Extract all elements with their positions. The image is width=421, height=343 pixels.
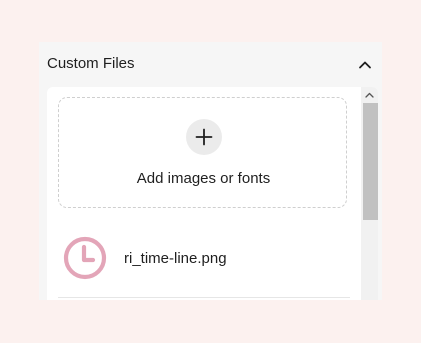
upload-dropzone[interactable]: Add images or fonts xyxy=(58,97,347,208)
vertical-scrollbar[interactable] xyxy=(361,87,378,300)
collapse-button[interactable] xyxy=(355,54,375,74)
panel-header[interactable]: Custom Files xyxy=(39,42,382,86)
dropzone-label: Add images or fonts xyxy=(136,170,271,187)
scroll-up-arrow-icon xyxy=(365,92,374,98)
scrollbar-thumb[interactable] xyxy=(363,103,378,220)
files-content: Add images or fonts ri_time-line.png xyxy=(47,87,378,300)
custom-files-panel: Custom Files Add images or fonts ri_time… xyxy=(39,42,382,300)
scroll-up-button[interactable] xyxy=(361,87,378,103)
panel-title: Custom Files xyxy=(47,55,135,72)
files-scroll-area[interactable]: Add images or fonts ri_time-line.png xyxy=(47,87,360,300)
file-list-item[interactable]: ri_time-line.png xyxy=(58,228,350,288)
add-file-button[interactable] xyxy=(186,119,222,155)
chevron-up-icon xyxy=(359,61,371,68)
list-divider xyxy=(58,297,350,298)
clock-icon xyxy=(63,236,107,280)
plus-icon xyxy=(195,128,213,146)
file-name: ri_time-line.png xyxy=(124,250,227,267)
